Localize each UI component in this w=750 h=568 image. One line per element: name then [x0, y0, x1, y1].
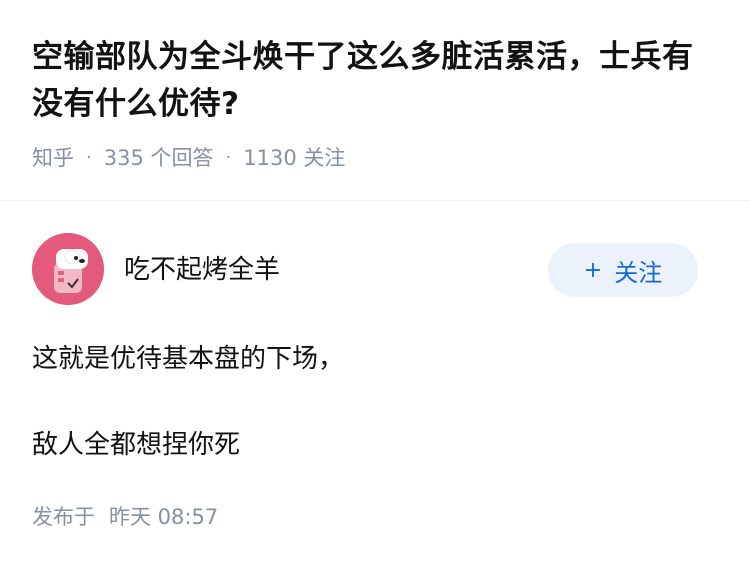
meta-separator: ·: [225, 146, 232, 168]
question-meta: 知乎 · 335 个回答 · 1130 关注: [32, 142, 720, 172]
plus-icon: +: [583, 257, 603, 283]
author-row: 吃不起烤全羊 + 关注: [0, 201, 750, 311]
publish-timestamp: 昨天 08:57: [109, 505, 219, 529]
question-title[interactable]: 空输部队为全斗焕干了这么多脏活累活，士兵有没有什么优待?: [32, 34, 720, 128]
author-name[interactable]: 吃不起烤全羊: [124, 249, 280, 286]
answer-card: 吃不起烤全羊 + 关注 这就是优待基本盘的下场， 敌人全都想捏你死 发布于 昨天 …: [0, 201, 750, 529]
source-label[interactable]: 知乎: [32, 142, 74, 172]
answer-paragraph: 敌人全都想捏你死: [32, 430, 241, 460]
question-header: 空输部队为全斗焕干了这么多脏活累活，士兵有没有什么优待? 知乎 · 335 个回…: [0, 0, 750, 172]
answer-count[interactable]: 335 个回答: [104, 142, 214, 172]
publish-label: 发布于: [32, 505, 95, 529]
answer-paragraph: 这就是优待基本盘的下场，: [32, 344, 345, 374]
follower-count: 1130 关注: [243, 146, 346, 170]
publish-time: 发布于 昨天 08:57: [32, 501, 218, 531]
meta-separator: ·: [86, 146, 92, 168]
zhihu-answer-page: 空输部队为全斗焕干了这么多脏活累活，士兵有没有什么优待? 知乎 · 335 个回…: [0, 0, 750, 568]
answer-content[interactable]: 这就是优待基本盘的下场， 敌人全都想捏你死: [32, 339, 712, 465]
follow-button[interactable]: + 关注: [548, 243, 698, 297]
follow-label: 关注: [614, 258, 663, 287]
avatar-illustration: [32, 233, 104, 305]
avatar[interactable]: [32, 233, 104, 305]
